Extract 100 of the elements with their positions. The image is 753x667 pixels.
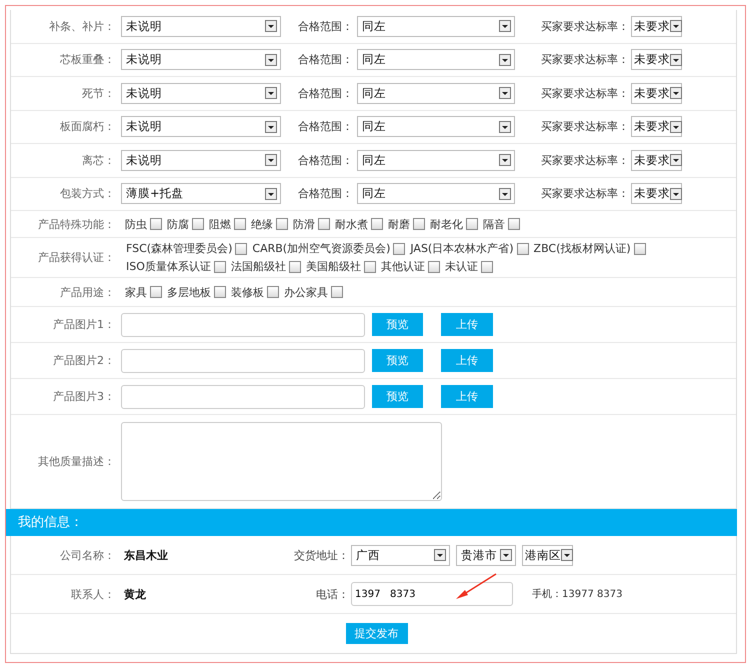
option-label: 防腐 [167,216,189,232]
field-label: 买家要求达标率： [540,186,630,202]
option-label: 美国船级社 [306,259,361,274]
mobile-number: 手机：13977 8373 [532,588,622,601]
checkbox[interactable] [267,286,279,298]
dropdown[interactable]: 同左 [357,16,515,37]
field-label: 买家要求达标率： [540,152,630,168]
checkbox[interactable] [276,218,288,230]
checkbox[interactable] [480,260,493,272]
dropdown[interactable]: 未要求 [631,16,682,37]
field-label: 离芯： [81,152,116,168]
option-label: 装修板 [231,284,264,300]
checkbox[interactable] [466,218,478,230]
checkbox[interactable] [235,242,248,254]
option-label: 耐水煮 [335,216,368,232]
checkbox[interactable] [150,218,162,230]
checkbox[interactable] [150,286,162,298]
dropdown[interactable]: 同左 [357,150,515,171]
option-label: 未认证 [444,259,478,274]
company-name: 东昌木业 [123,548,169,562]
field-label: 交货地址： [293,548,350,562]
option-label: 其他认证 [380,259,425,274]
dropdown[interactable]: 未说明 [121,150,281,171]
option-label: 耐老化 [430,216,463,232]
checkbox[interactable] [234,218,246,230]
field-label: 联系人： [70,586,116,602]
checkbox[interactable] [428,260,440,272]
city-dropdown[interactable]: 贵港市 [456,544,516,566]
field-label: 合格范围： [297,152,354,168]
image-path-field[interactable] [121,384,365,408]
field-label: 产品图片2： [52,353,116,368]
option-label: 阻燃 [209,216,231,232]
option-label: 办公家具 [284,284,328,300]
contact-name: 黄龙 [123,586,147,602]
field-label: 合格范围： [297,119,354,134]
field-label: 补条、补片： [48,18,116,34]
field-label: 产品特殊功能： [37,216,116,232]
checkbox[interactable] [634,242,646,254]
checkbox[interactable] [516,242,529,254]
checkbox[interactable] [413,218,425,230]
arrow-drawing [455,573,497,601]
dropdown[interactable]: 同左 [357,116,515,138]
checkbox[interactable] [288,260,301,272]
dropdown[interactable]: 同左 [357,49,515,70]
image-path-field[interactable] [121,312,365,336]
district-dropdown[interactable]: 港南区 [522,544,573,566]
option-label: 多层地板 [167,284,211,300]
dropdown[interactable]: 薄膜+托盘 [121,183,281,204]
dropdown[interactable]: 未说明 [121,82,281,104]
dropdown[interactable]: 未要求 [631,82,682,104]
description-field[interactable] [121,422,442,501]
field-label: 产品获得认证： [37,250,116,265]
option-label: 隔音 [483,216,505,232]
option-label: 防虫 [125,216,147,232]
dropdown[interactable]: 同左 [357,82,515,104]
field-label: 产品图片1： [52,317,116,332]
dropdown[interactable]: 未要求 [631,150,682,171]
option-label: 防滑 [293,216,315,232]
dropdown[interactable]: 未要求 [631,183,682,204]
checkbox[interactable] [331,286,343,298]
option-label: ZBC(找板材网认证) [534,241,631,256]
checkbox[interactable] [192,218,204,230]
option-label: ISO质量体系认证 [126,259,211,274]
field-label: 板面腐朽： [59,119,116,134]
dropdown[interactable]: 未要求 [631,49,682,70]
option-label: 法国船级社 [230,259,286,274]
checkbox[interactable] [214,286,226,298]
image-path-field[interactable] [121,348,365,372]
option-label: 绝缘 [251,216,273,232]
field-label: 产品图片3： [52,389,116,404]
section-header: 我的信息： [6,509,737,536]
field-label: 公司名称： [59,548,116,562]
field-label: 合格范围： [297,186,354,202]
checkbox[interactable] [508,218,520,230]
option-label: JAS(日本农林水产省) [410,241,514,256]
checkbox[interactable] [364,260,376,272]
dropdown[interactable]: 未说明 [121,49,281,70]
field-label: 芯板重叠： [59,52,116,68]
dropdown[interactable]: 同左 [357,183,515,204]
option-label: CARB(加州空气资源委员会) [252,241,390,256]
checkbox[interactable] [371,218,383,230]
option-label: 耐磨 [388,216,410,232]
phone-field[interactable]: 1397 8373 [351,582,513,606]
field-label: 买家要求达标率： [540,52,630,68]
field-label: 产品用途： [59,284,116,300]
field-label: 合格范围： [297,18,354,34]
field-label: 死节： [81,86,116,101]
checkbox[interactable] [393,242,406,254]
dropdown[interactable]: 未说明 [121,116,281,138]
field-label: 合格范围： [297,86,354,101]
field-label: 其他质量描述： [37,454,116,469]
dropdown[interactable]: 未说明 [121,16,281,37]
checkbox[interactable] [318,218,330,230]
field-label: 买家要求达标率： [540,18,630,34]
field-label: 买家要求达标率： [540,86,630,101]
field-label: 包装方式： [59,186,116,202]
option-label: 家具 [125,284,147,300]
province-dropdown[interactable]: 广西 [351,544,450,566]
checkbox[interactable] [214,260,226,272]
dropdown[interactable]: 未要求 [631,116,682,138]
